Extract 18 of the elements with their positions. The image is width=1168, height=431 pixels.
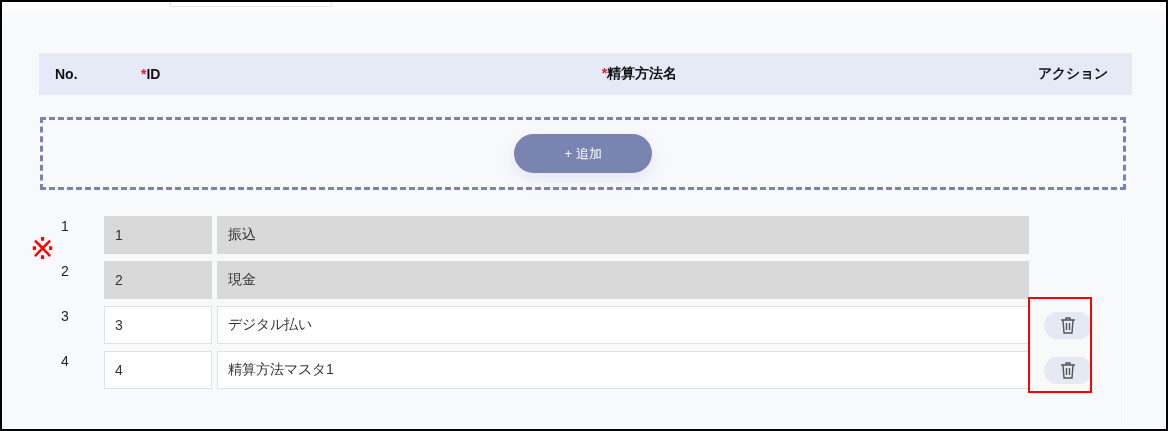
id-field[interactable]: 3 — [104, 306, 212, 344]
note-mark: ※ — [30, 234, 56, 264]
row-number: 3 — [60, 307, 70, 324]
column-header: *精算方法名 — [600, 65, 679, 83]
row-number: 2 — [60, 262, 70, 279]
delete-button[interactable] — [1044, 356, 1092, 384]
name-field[interactable]: デジタル払い — [217, 306, 1029, 344]
column-header: *ID — [141, 66, 162, 82]
row-number: 1 — [60, 217, 70, 234]
id-field[interactable]: 4 — [104, 351, 212, 389]
column-header: No. — [54, 66, 79, 82]
delete-button[interactable] — [1044, 311, 1092, 339]
add-button[interactable]: + 追加 — [514, 134, 652, 173]
name-field[interactable]: 精算方法マスタ1 — [217, 351, 1029, 389]
trash-icon — [1060, 316, 1076, 334]
column-header: アクション — [1038, 65, 1109, 83]
row-number: 4 — [60, 352, 70, 369]
trash-icon — [1060, 361, 1076, 379]
